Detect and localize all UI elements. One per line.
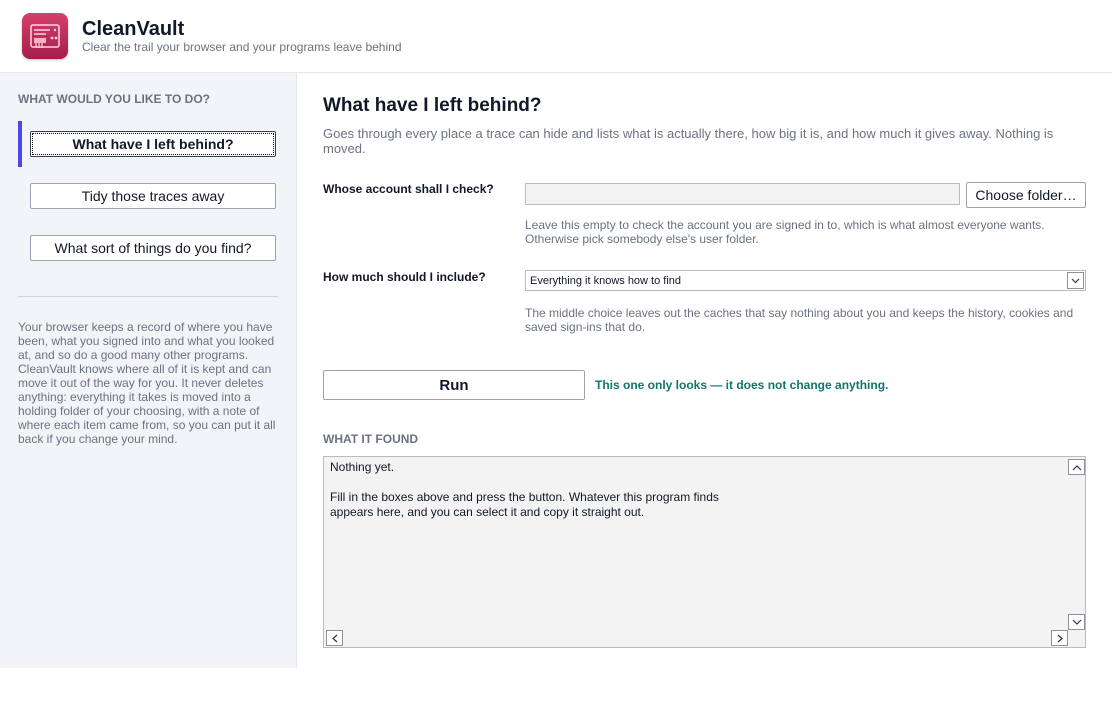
app-tagline: Clear the trail your browser and your pr… xyxy=(82,40,402,54)
scroll-right-icon[interactable] xyxy=(1051,630,1068,646)
scope-hint: The middle choice leaves out the caches … xyxy=(525,306,1074,334)
account-label: Whose account shall I check? xyxy=(323,182,494,196)
scope-select-value: Everything it knows how to find xyxy=(530,275,682,287)
sidebar-divider xyxy=(18,296,278,297)
app-logo xyxy=(22,13,68,59)
app-header: CleanVault Clear the trail your browser … xyxy=(0,0,1112,73)
sidebar-item-tidy-traces[interactable]: Tidy those traces away xyxy=(30,183,276,209)
app-title: CleanVault xyxy=(82,18,185,40)
sidebar-about-text: Your browser keeps a record of where you… xyxy=(18,320,276,446)
results-output[interactable]: Nothing yet. Fill in the boxes above and… xyxy=(323,456,1086,648)
sidebar: WHAT WOULD YOU LIKE TO DO? What have I l… xyxy=(0,73,297,668)
page-title: What have I left behind? xyxy=(323,95,542,116)
sidebar-heading: WHAT WOULD YOU LIKE TO DO? xyxy=(18,92,210,106)
chevron-down-icon[interactable] xyxy=(1067,272,1084,289)
scope-select[interactable]: Everything it knows how to find xyxy=(525,270,1086,291)
sidebar-item-left-behind[interactable]: What have I left behind? xyxy=(30,131,276,157)
account-hint: Leave this empty to check the account yo… xyxy=(525,218,1045,246)
active-indicator xyxy=(18,121,22,167)
results-text[interactable]: Nothing yet. Fill in the boxes above and… xyxy=(330,460,1030,520)
page-description: Goes through every place a trace can hid… xyxy=(323,126,1054,156)
account-folder-input[interactable] xyxy=(525,183,960,205)
broom-card-icon xyxy=(30,24,60,48)
run-note: This one only looks — it does not change… xyxy=(595,378,889,392)
run-button[interactable]: Run xyxy=(323,370,585,400)
sidebar-item-what-found[interactable]: What sort of things do you find? xyxy=(30,235,276,261)
scroll-left-icon[interactable] xyxy=(326,630,343,646)
results-heading: WHAT IT FOUND xyxy=(323,432,419,446)
scroll-up-icon[interactable] xyxy=(1068,459,1085,475)
scope-label: How much should I include? xyxy=(323,270,486,284)
scroll-down-icon[interactable] xyxy=(1068,614,1085,630)
choose-folder-button[interactable]: Choose folder… xyxy=(966,182,1086,208)
